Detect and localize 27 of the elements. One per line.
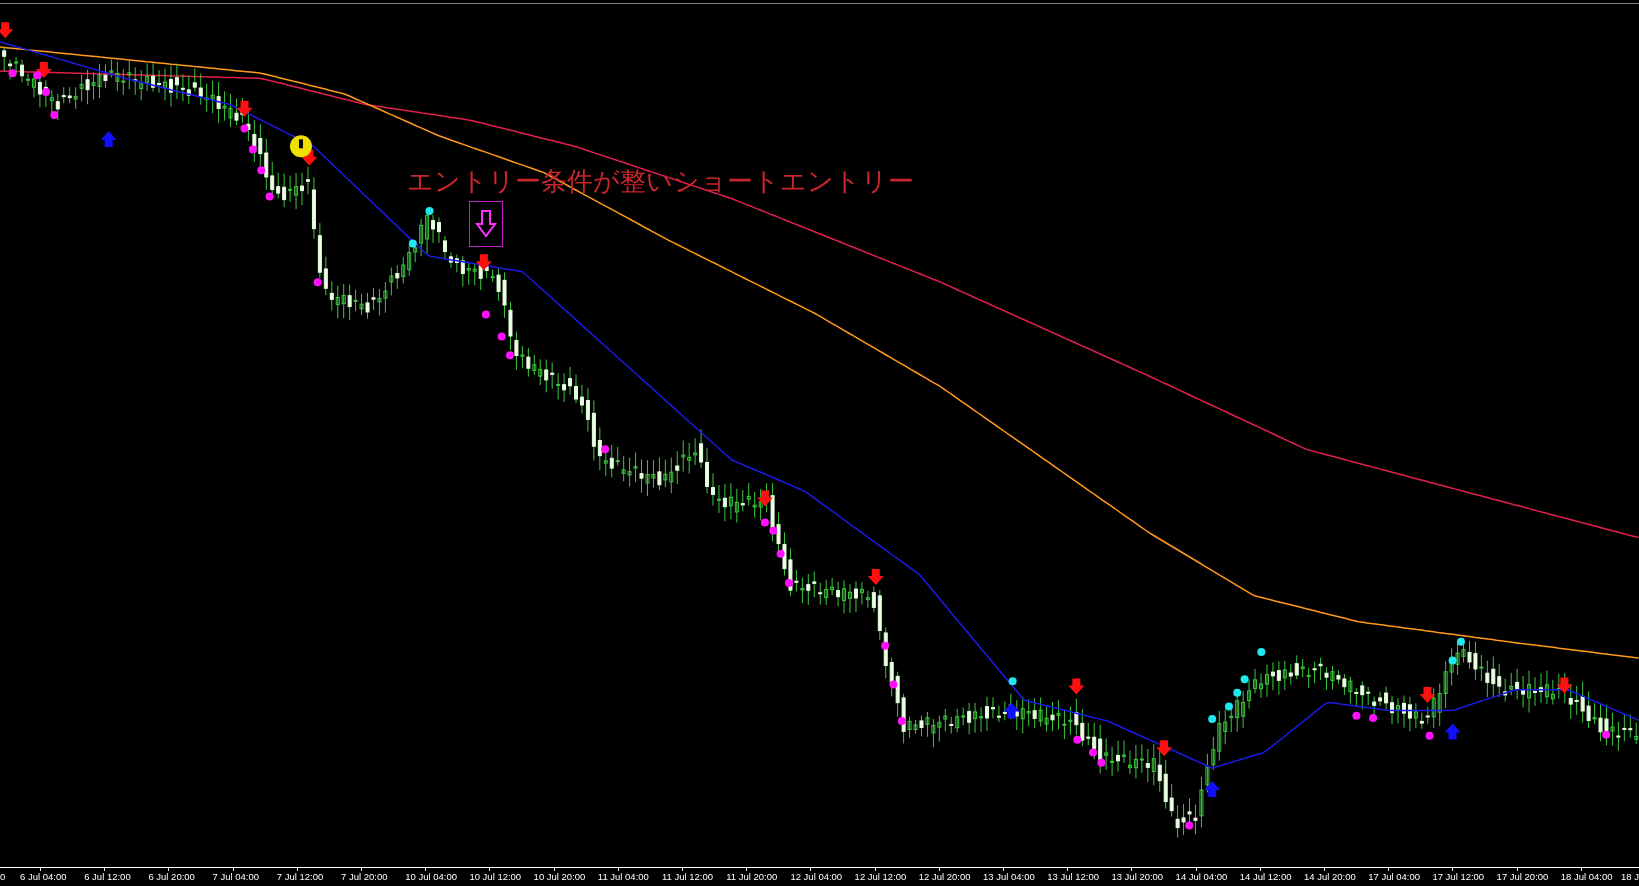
- time-axis-label: 10 Jul 04:00: [405, 872, 457, 882]
- time-axis-label: 12 Jul 20:00: [918, 872, 971, 882]
- time-axis-label: 11 Jul 20:00: [726, 872, 778, 882]
- time-axis-label: 17 Jul 12:00: [1432, 872, 1485, 882]
- time-axis-label: 6 Jul 20:00: [148, 872, 195, 882]
- time-axis-label: 13 Jul 04:00: [983, 872, 1035, 882]
- time-axis-label: 6 Jul 04:00: [20, 872, 67, 882]
- time-axis-label: 12 Jul 12:00: [854, 872, 907, 882]
- time-axis-label: 7 Jul 04:00: [212, 872, 260, 882]
- time-axis-label: 11 Jul 04:00: [597, 872, 649, 882]
- time-axis-label: 18 Jul 04:00: [1560, 872, 1613, 882]
- time-axis-label: 17 Jul 04:00: [1368, 872, 1420, 882]
- time-axis-label: 6 Jul 12:00: [84, 872, 131, 882]
- time-axis-label: 11 Jul 12:00: [662, 872, 714, 882]
- time-axis-label: 14 Jul 12:00: [1239, 872, 1292, 882]
- time-axis-label: 14 Jul 20:00: [1304, 872, 1356, 882]
- time-axis-label: 18 J: [1621, 872, 1639, 882]
- time-axis-label: 10 Jul 20:00: [533, 872, 586, 882]
- time-axis-label: 7 Jul 20:00: [341, 872, 388, 882]
- time-axis-label: 13 Jul 20:00: [1111, 872, 1164, 882]
- time-axis-label: 14 Jul 04:00: [1175, 872, 1228, 882]
- time-axis-label: 17 Jul 20:00: [1496, 872, 1549, 882]
- time-axis-label: 12 Jul 04:00: [790, 872, 843, 882]
- time-axis-label: 7 Jul 12:00: [276, 872, 324, 882]
- time-axis-label: 10 Jul 12:00: [469, 872, 522, 882]
- time-axis-label: 0: [0, 872, 6, 882]
- time-axis-label: 13 Jul 12:00: [1047, 872, 1099, 882]
